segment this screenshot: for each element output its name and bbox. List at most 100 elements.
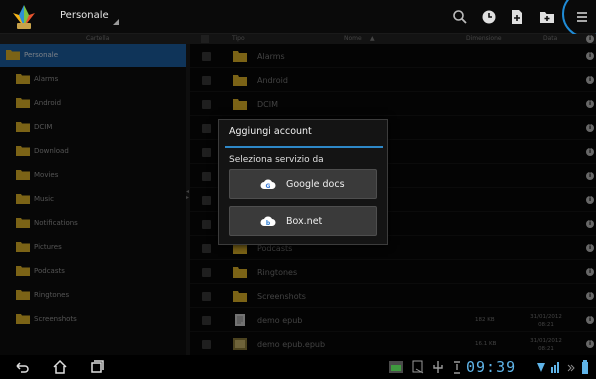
select-all-checkbox[interactable] [201, 35, 209, 43]
home-icon[interactable] [52, 359, 68, 375]
file-date: 31/01/2012 08:21 [530, 338, 562, 352]
file-info-icon[interactable]: i [586, 172, 594, 180]
tree-item-screenshots[interactable]: Screenshots [0, 308, 186, 331]
tree-item-movies[interactable]: Movies [0, 164, 186, 187]
row-checkbox[interactable] [202, 124, 211, 133]
file-info-icon[interactable]: i [586, 148, 594, 156]
row-checkbox[interactable] [202, 100, 211, 109]
col-date[interactable]: Data [543, 35, 557, 42]
row-checkbox[interactable] [202, 268, 211, 277]
folder-icon [16, 146, 30, 156]
svg-text:b: b [266, 220, 271, 227]
file-info-icon[interactable]: i [586, 220, 594, 228]
gallery-notification-icon[interactable] [388, 359, 404, 375]
tree-item-label: Movies [34, 171, 59, 179]
download-icon[interactable] [452, 359, 462, 375]
file-row[interactable]: Ringtones i [190, 260, 596, 284]
box-net-label: Box.net [286, 216, 323, 227]
tree-item-dcim[interactable]: DCIM [0, 116, 186, 139]
folder-icon [16, 194, 30, 204]
google-docs-icon: G [260, 179, 276, 190]
forward-icon [567, 364, 575, 372]
tree-item-download[interactable]: Download [0, 140, 186, 163]
file-row[interactable]: demo epub.epub 16.1 KB 31/01/2012 08:21 i [190, 332, 596, 356]
tree-item-android[interactable]: Android [0, 92, 186, 115]
file-info-icon[interactable]: i [586, 76, 594, 84]
bluetooth-icon[interactable] [550, 359, 562, 375]
tree-item-label: Personale [24, 51, 59, 59]
file-info-icon[interactable]: i [586, 340, 594, 348]
tree-item-notifications[interactable]: Notifications [0, 212, 186, 235]
folder-icon [233, 51, 247, 62]
box-net-button[interactable]: b Box.net [229, 206, 377, 236]
new-file-icon[interactable] [509, 9, 525, 25]
tree-item-label: Music [34, 195, 54, 203]
location-title[interactable]: Personale [60, 10, 109, 21]
tree-item-label: Podcasts [34, 267, 65, 275]
file-row[interactable]: Alarms i [190, 44, 596, 68]
row-checkbox[interactable] [202, 196, 211, 205]
row-checkbox[interactable] [202, 76, 211, 85]
clock[interactable]: 09:39 [466, 358, 516, 376]
file-row[interactable]: Screenshots i [190, 284, 596, 308]
row-checkbox[interactable] [202, 292, 211, 301]
recent-clock-icon[interactable] [481, 9, 497, 25]
row-checkbox[interactable] [202, 220, 211, 229]
file-info-icon[interactable]: i [586, 244, 594, 252]
row-checkbox[interactable] [202, 340, 211, 349]
row-checkbox[interactable] [202, 172, 211, 181]
row-checkbox[interactable] [202, 244, 211, 253]
col-type[interactable]: Tipo [232, 35, 245, 42]
google-docs-button[interactable]: G Google docs [229, 169, 377, 199]
system-bar: 09:39 [0, 355, 596, 379]
document-file-icon [235, 314, 245, 326]
row-checkbox[interactable] [202, 52, 211, 61]
folder-icon [16, 170, 30, 180]
file-info-icon[interactable]: i [586, 292, 594, 300]
app-logo-icon[interactable] [10, 3, 38, 31]
search-icon[interactable] [452, 9, 468, 25]
recent-apps-icon[interactable] [89, 359, 105, 375]
file-row[interactable]: Android i [190, 68, 596, 92]
tree-item-label: Ringtones [34, 291, 70, 299]
file-name: Alarms [257, 52, 285, 61]
col-name[interactable]: Nome [344, 35, 362, 42]
menu-highlight-circle [562, 0, 596, 38]
column-header-bar: Cartella Tipo Nome ▲ Dimensione Data i [0, 34, 596, 44]
tree-item-music[interactable]: Music [0, 188, 186, 211]
folder-icon [233, 267, 247, 278]
battery-icon[interactable] [580, 359, 590, 375]
file-info-icon[interactable]: i [586, 52, 594, 60]
folder-icon [16, 122, 30, 132]
divider-grip-icon[interactable]: ◂ ▸ [186, 189, 189, 201]
tree-item-ringtones[interactable]: Ringtones [0, 284, 186, 307]
wifi-icon[interactable] [536, 359, 546, 375]
file-row[interactable]: demo epub 182 KB 31/01/2012 08:21 i [190, 308, 596, 332]
col-info-icon: i [586, 35, 594, 43]
tree-item-pictures[interactable]: Pictures [0, 236, 186, 259]
google-docs-label: Google docs [286, 179, 345, 190]
action-bar: Personale [0, 0, 596, 38]
tree-item-alarms[interactable]: Alarms [0, 68, 186, 91]
folder-icon [16, 98, 30, 108]
file-info-icon[interactable]: i [586, 196, 594, 204]
tree-item-podcasts[interactable]: Podcasts [0, 260, 186, 283]
file-name: DCIM [257, 100, 279, 109]
file-info-icon[interactable]: i [586, 100, 594, 108]
row-checkbox[interactable] [202, 316, 211, 325]
back-icon[interactable] [14, 359, 30, 375]
file-name: demo epub.epub [257, 340, 326, 349]
file-info-icon[interactable]: i [586, 268, 594, 276]
col-size[interactable]: Dimensione [466, 35, 502, 42]
screenshot-notification-icon[interactable] [410, 359, 426, 375]
file-info-icon[interactable]: i [586, 124, 594, 132]
file-row[interactable]: DCIM i [190, 92, 596, 116]
folder-icon [16, 74, 30, 84]
new-folder-icon[interactable] [539, 9, 555, 25]
usb-icon[interactable] [430, 359, 446, 375]
tree-item-label: Download [34, 147, 69, 155]
row-checkbox[interactable] [202, 148, 211, 157]
location-dropdown-arrow[interactable] [113, 19, 119, 25]
file-info-icon[interactable]: i [586, 316, 594, 324]
tree-item-personale[interactable]: Personale [0, 44, 186, 67]
